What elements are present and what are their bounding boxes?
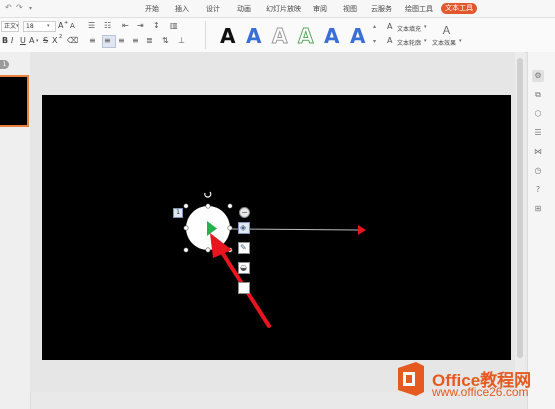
motion-path-end-arrow-icon (358, 225, 366, 235)
resize-handle-s (205, 247, 211, 253)
help-icon[interactable]: ? (532, 184, 544, 196)
slide-overlay (183, 191, 366, 328)
copy-format-icon[interactable]: ⧉ (532, 89, 544, 101)
motion-path-line[interactable] (231, 228, 359, 231)
pen-icon: ✎ (240, 243, 247, 252)
scrollbar-thumb[interactable] (517, 58, 523, 358)
resize-handle-ne (227, 203, 233, 209)
shapes-icon[interactable]: ⬡ (532, 108, 544, 120)
resize-handle-n (205, 203, 211, 209)
apps-icon[interactable]: ⊞ (532, 203, 544, 215)
share-icon[interactable]: ⋈ (532, 146, 544, 158)
fill-bucket-icon: ◒ (240, 263, 247, 272)
resize-handle-sw (183, 247, 189, 253)
rotate-handle-icon[interactable] (204, 191, 212, 198)
property-icon[interactable]: ⚙ (532, 70, 544, 82)
office-logo-icon (398, 362, 424, 396)
collapse-icon[interactable]: − (239, 207, 250, 218)
format-button[interactable] (238, 282, 250, 294)
resize-handle-nw (183, 203, 189, 209)
adjust-icon[interactable]: ☰ (532, 127, 544, 139)
resize-handle-e (227, 225, 233, 231)
layers-icon: ◈ (240, 223, 247, 232)
animation-order-badge[interactable]: 1 (173, 208, 183, 218)
history-icon[interactable]: ◷ (532, 165, 544, 177)
resize-handle-w (183, 225, 189, 231)
watermark-url: www.office26.com (432, 385, 529, 399)
right-task-pane (527, 52, 555, 409)
